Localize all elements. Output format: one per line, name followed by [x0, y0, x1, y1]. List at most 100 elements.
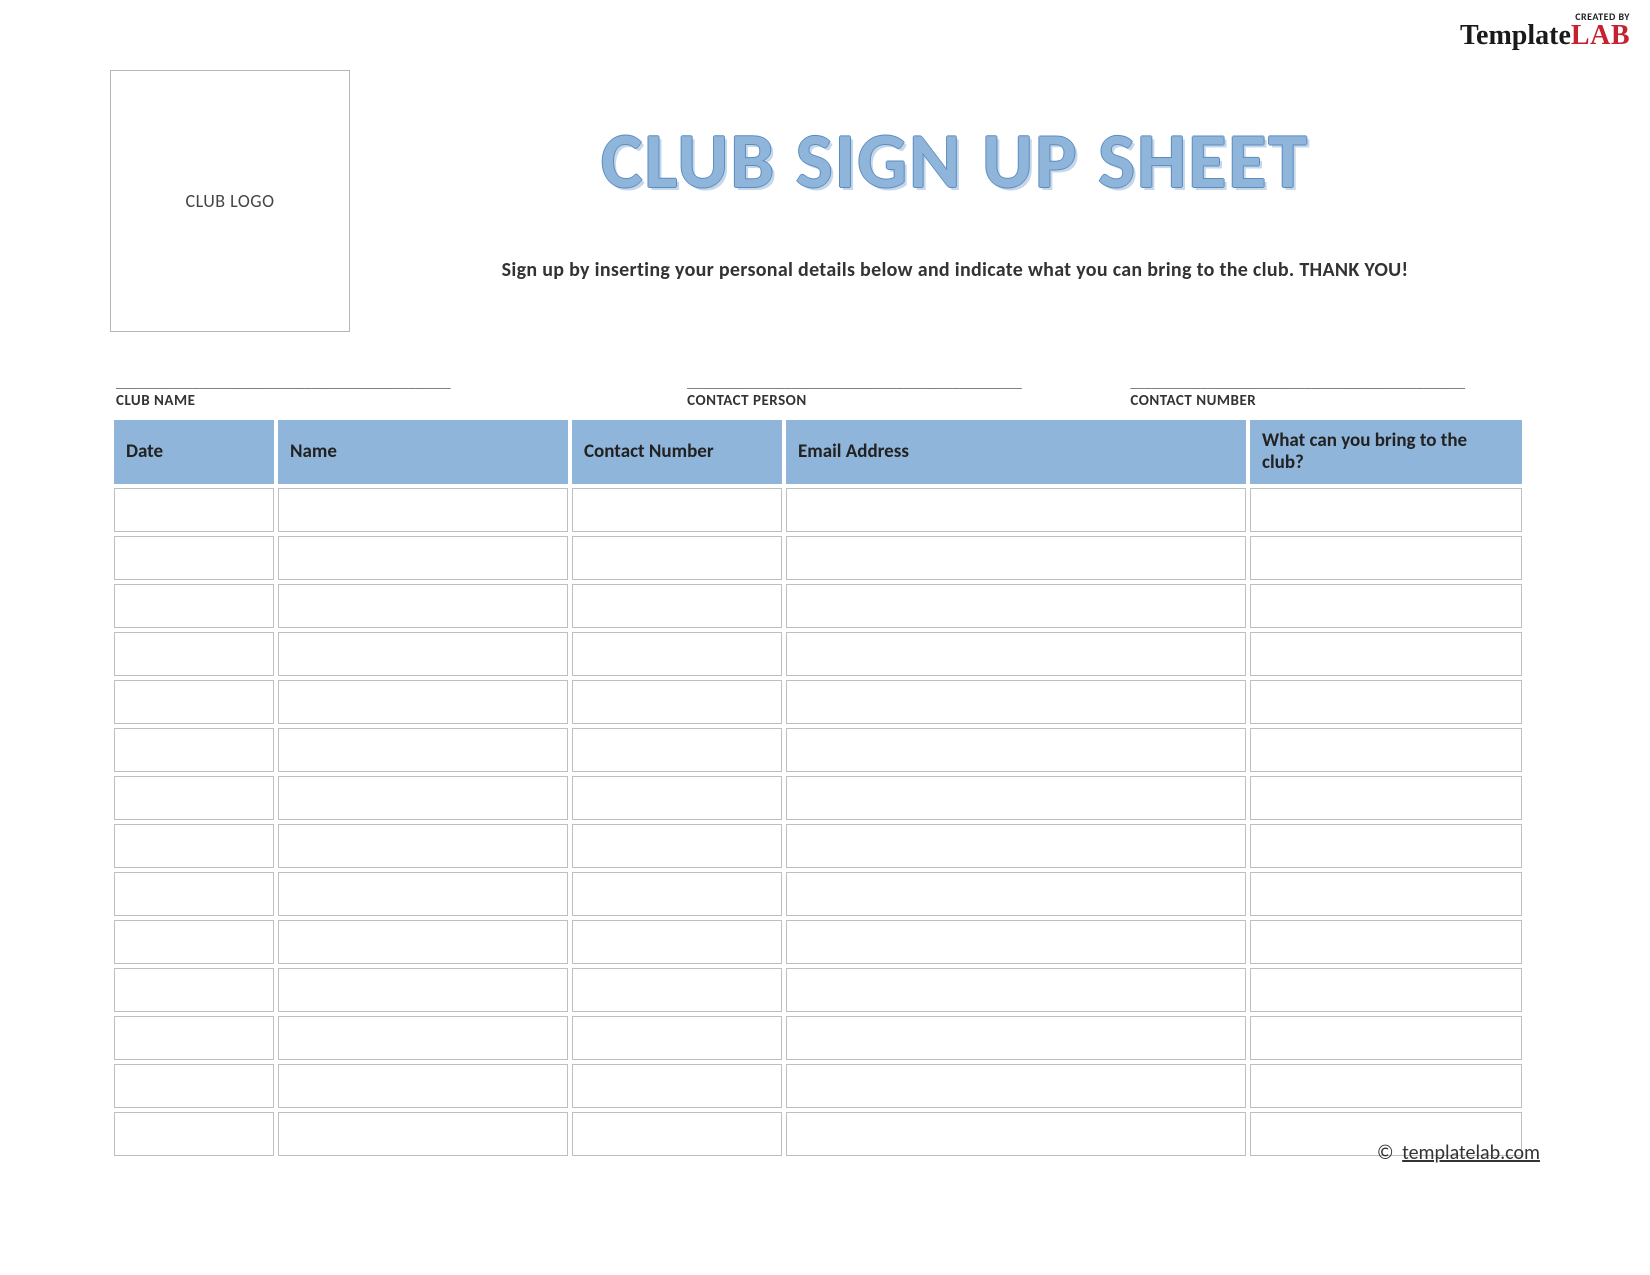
table-cell[interactable] — [1250, 536, 1522, 580]
copyright-symbol: © — [1377, 1141, 1394, 1165]
table-cell[interactable] — [114, 776, 274, 820]
instruction-text: Sign up by inserting your personal detai… — [390, 258, 1520, 282]
table-cell[interactable] — [114, 1112, 274, 1156]
table-cell[interactable] — [786, 872, 1246, 916]
table-cell[interactable] — [278, 776, 568, 820]
table-cell[interactable] — [114, 968, 274, 1012]
blank-line: ________________________________________… — [1130, 374, 1514, 390]
table-cell[interactable] — [114, 1016, 274, 1060]
watermark-brand-accent: LAB — [1571, 20, 1630, 51]
table-cell[interactable] — [572, 1064, 782, 1108]
table-cell[interactable] — [114, 728, 274, 772]
table-cell[interactable] — [114, 920, 274, 964]
table-cell[interactable] — [278, 728, 568, 772]
table-cell[interactable] — [786, 1112, 1246, 1156]
table-cell[interactable] — [786, 632, 1246, 676]
table-cell[interactable] — [1250, 680, 1522, 724]
footer-link[interactable]: templatelab.com — [1402, 1141, 1540, 1165]
contact-number-label: CONTACT NUMBER — [1130, 392, 1514, 410]
table-cell[interactable] — [572, 728, 782, 772]
table-row — [114, 680, 1522, 724]
blank-line: ________________________________________… — [116, 374, 647, 390]
table-cell[interactable] — [1250, 584, 1522, 628]
table-cell[interactable] — [278, 488, 568, 532]
table-cell[interactable] — [114, 1064, 274, 1108]
table-cell[interactable] — [786, 776, 1246, 820]
table-cell[interactable] — [572, 1016, 782, 1060]
table-cell[interactable] — [1250, 1016, 1522, 1060]
table-cell[interactable] — [572, 1112, 782, 1156]
table-cell[interactable] — [1250, 776, 1522, 820]
page-content: CLUB LOGO CLUB SIGN UP SHEET Sign up by … — [110, 70, 1520, 1160]
table-cell[interactable] — [786, 1064, 1246, 1108]
club-name-field[interactable]: ________________________________________… — [116, 374, 647, 410]
table-row — [114, 728, 1522, 772]
watermark-brand-main: Template — [1460, 20, 1571, 51]
contact-number-field[interactable]: ________________________________________… — [1130, 374, 1514, 410]
table-cell[interactable] — [1250, 728, 1522, 772]
table-cell[interactable] — [572, 584, 782, 628]
table-cell[interactable] — [1250, 920, 1522, 964]
table-cell[interactable] — [1250, 824, 1522, 868]
table-cell[interactable] — [114, 824, 274, 868]
table-cell[interactable] — [114, 584, 274, 628]
table-cell[interactable] — [572, 488, 782, 532]
table-cell[interactable] — [278, 1112, 568, 1156]
table-cell[interactable] — [786, 536, 1246, 580]
table-row — [114, 1016, 1522, 1060]
table-cell[interactable] — [114, 632, 274, 676]
table-cell[interactable] — [572, 680, 782, 724]
table-cell[interactable] — [278, 1016, 568, 1060]
table-cell[interactable] — [278, 824, 568, 868]
col-header-email: Email Address — [786, 420, 1246, 484]
meta-row: ________________________________________… — [110, 374, 1520, 410]
table-cell[interactable] — [572, 920, 782, 964]
table-row — [114, 536, 1522, 580]
table-cell[interactable] — [114, 680, 274, 724]
table-header-row: Date Name Contact Number Email Address W… — [114, 420, 1522, 484]
table-cell[interactable] — [1250, 632, 1522, 676]
table-cell[interactable] — [572, 872, 782, 916]
table-cell[interactable] — [1250, 872, 1522, 916]
table-cell[interactable] — [114, 488, 274, 532]
table-cell[interactable] — [278, 872, 568, 916]
table-cell[interactable] — [278, 536, 568, 580]
table-cell[interactable] — [786, 728, 1246, 772]
col-header-bring: What can you bring to the club? — [1250, 420, 1522, 484]
table-cell[interactable] — [786, 968, 1246, 1012]
table-cell[interactable] — [572, 776, 782, 820]
table-cell[interactable] — [278, 584, 568, 628]
table-cell[interactable] — [278, 920, 568, 964]
contact-person-label: CONTACT PERSON — [687, 392, 1090, 410]
watermark: CREATED BY TemplateLAB — [1460, 12, 1630, 50]
table-cell[interactable] — [572, 968, 782, 1012]
table-cell[interactable] — [786, 488, 1246, 532]
table-row — [114, 872, 1522, 916]
table-row — [114, 776, 1522, 820]
table-cell[interactable] — [278, 968, 568, 1012]
table-cell[interactable] — [278, 680, 568, 724]
table-cell[interactable] — [572, 824, 782, 868]
table-cell[interactable] — [572, 632, 782, 676]
footer: © templatelab.com — [1377, 1141, 1540, 1165]
table-cell[interactable] — [786, 1016, 1246, 1060]
club-logo-label: CLUB LOGO — [185, 190, 274, 212]
contact-person-field[interactable]: ________________________________________… — [687, 374, 1090, 410]
table-cell[interactable] — [278, 632, 568, 676]
table-row — [114, 920, 1522, 964]
table-row — [114, 632, 1522, 676]
table-cell[interactable] — [278, 1064, 568, 1108]
table-cell[interactable] — [786, 920, 1246, 964]
table-cell[interactable] — [1250, 1064, 1522, 1108]
table-cell[interactable] — [786, 584, 1246, 628]
table-cell[interactable] — [1250, 488, 1522, 532]
table-cell[interactable] — [786, 680, 1246, 724]
table-cell[interactable] — [572, 536, 782, 580]
table-cell[interactable] — [786, 824, 1246, 868]
table-cell[interactable] — [1250, 968, 1522, 1012]
table-cell[interactable] — [114, 872, 274, 916]
club-name-label: CLUB NAME — [116, 392, 647, 410]
club-logo-placeholder[interactable]: CLUB LOGO — [110, 70, 350, 332]
blank-line: ________________________________________… — [687, 374, 1090, 390]
table-cell[interactable] — [114, 536, 274, 580]
